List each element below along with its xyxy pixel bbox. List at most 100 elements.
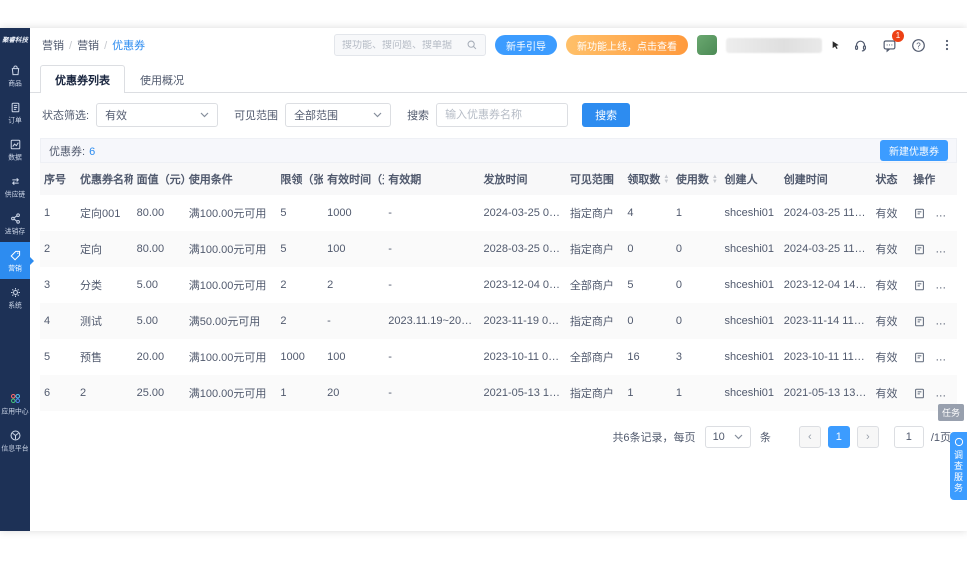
tag-icon: [9, 249, 22, 262]
survey-service-tab[interactable]: 调查服务: [950, 432, 967, 500]
messages-icon[interactable]: 1: [879, 30, 904, 55]
sidebar-item-goods[interactable]: 商品: [0, 57, 30, 94]
detail-icon[interactable]: [913, 387, 926, 400]
page-1-button[interactable]: 1: [827, 426, 850, 448]
sidebar-item-label: 系统: [8, 301, 22, 310]
detail-icon[interactable]: [913, 243, 926, 256]
column-header-actions: 操作: [909, 163, 957, 195]
sidebar-item-marketing[interactable]: 营销: [0, 242, 34, 279]
status-filter-select[interactable]: 有效: [96, 103, 219, 127]
scope-filter-select[interactable]: 全部范围: [285, 103, 392, 127]
cell-visible_scope: 指定商户: [569, 244, 614, 256]
breadcrumb-item[interactable]: 优惠券: [112, 40, 145, 52]
cell-claimed: 0: [627, 243, 634, 255]
cell-issue_time: 2024-03-25 00:00:00: [483, 207, 566, 219]
column-header-name: 优惠券名称: [75, 163, 133, 195]
create-coupon-button[interactable]: 新建优惠券: [880, 140, 948, 161]
global-search-input[interactable]: [342, 39, 460, 51]
page-jump-input[interactable]: [893, 426, 924, 448]
sidebar-item-label: 应用中心: [1, 407, 29, 416]
avatar[interactable]: [697, 35, 717, 55]
coupon-name-input[interactable]: [436, 103, 569, 127]
cell-valid_days: -: [327, 315, 331, 327]
cell-creator: shceshi01: [724, 351, 775, 363]
column-header-limit: 限领（张）: [276, 163, 324, 195]
cell-valid_days: 100: [327, 351, 346, 363]
cell-limit: 5: [280, 207, 287, 219]
scope-filter-label: 可见范围: [234, 110, 279, 122]
breadcrumb: 营销 / 营销 / 优惠券: [42, 37, 145, 53]
tab-usage-overview[interactable]: 使用概况: [125, 65, 199, 93]
table-row: 2 定向 80.00 满100.00元可用 5 100 - 2028-03-25 00:00:…: [40, 231, 957, 267]
cell-valid_range: -: [388, 243, 392, 255]
more-icon[interactable]: [937, 35, 957, 55]
support-icon[interactable]: [850, 35, 870, 55]
cell-visible_scope: 指定商户: [569, 208, 614, 220]
global-search[interactable]: [334, 34, 486, 56]
guide-button[interactable]: 新手引导: [495, 35, 557, 55]
cell-valid_days: 2: [327, 279, 334, 291]
sidebar: 聚睿科技 商品 订单 数据 供应链 进销存 营销 系统 应用中心 信息平台: [0, 28, 34, 531]
cell-creator: shceshi01: [724, 207, 775, 219]
detail-icon[interactable]: [913, 279, 926, 292]
column-header-visible_scope: 可见范围: [565, 163, 624, 195]
sidebar-item-platform[interactable]: 信息平台: [0, 422, 30, 459]
column-label: 创建人: [724, 174, 758, 186]
cell-issue_time: 2021-05-13 13:30:00: [483, 387, 566, 399]
cell-index: 1: [44, 207, 51, 219]
detail-icon[interactable]: [913, 207, 926, 220]
sidebar-item-supply[interactable]: 供应链: [0, 168, 30, 205]
column-header-issue_time: 发放时间: [479, 163, 566, 195]
cell-condition: 满100.00元可用: [188, 208, 267, 220]
column-header-claimed[interactable]: 领取数 ▲ ▼: [623, 163, 672, 195]
prev-page-button[interactable]: ‹: [798, 426, 821, 448]
tab-coupon-list[interactable]: 优惠券列表: [40, 65, 125, 93]
search-filter-label: 搜索: [407, 110, 430, 122]
column-header-used[interactable]: 使用数 ▲ ▼: [671, 163, 721, 195]
cell-actions: [909, 339, 957, 375]
column-label: 有效时间（天）: [327, 174, 384, 186]
sidebar-item-data[interactable]: 数据: [0, 131, 30, 168]
sort-carets-icon[interactable]: ▲ ▼: [712, 174, 718, 185]
detail-icon[interactable]: [913, 351, 926, 364]
sidebar-item-app-center[interactable]: 应用中心: [0, 385, 30, 422]
next-page-button[interactable]: ›: [856, 426, 879, 448]
chevron-down-icon: [734, 434, 743, 440]
app-window: 聚睿科技 商品 订单 数据 供应链 进销存 营销 系统 应用中心 信息平台 营销 / 营销 / 优惠券…: [0, 28, 967, 531]
promo-button[interactable]: 新功能上线，点击查看: [566, 35, 688, 55]
coupon-count-value: 6: [89, 145, 96, 158]
cell-creator: shceshi01: [724, 243, 775, 255]
per-page-select[interactable]: 10: [704, 426, 751, 448]
column-label: 有效期: [388, 174, 422, 186]
task-tab[interactable]: 任务: [937, 404, 964, 421]
cell-name: 定向001: [79, 208, 121, 220]
column-label: 优惠券名称: [79, 174, 133, 186]
sidebar-item-inventory[interactable]: 进销存: [0, 205, 30, 242]
column-header-valid_days: 有效时间（天）: [323, 163, 385, 195]
sort-carets-icon[interactable]: ▲ ▼: [663, 174, 669, 185]
table-row: 6 2 25.00 满100.00元可用 1 20 - 2021-05-13 13:30:00…: [40, 375, 957, 411]
cell-limit: 2: [280, 279, 287, 291]
breadcrumb-item[interactable]: 营销: [42, 40, 64, 52]
sidebar-item-system[interactable]: 系统: [0, 279, 30, 316]
column-header-creator: 创建人: [720, 163, 780, 195]
help-icon[interactable]: ?: [908, 35, 928, 55]
column-label: 可见范围: [569, 174, 614, 186]
cell-created_at: 2021-05-13 13:48:10: [783, 387, 872, 399]
cell-valid_range: 2023.11.19~2023.11.25: [388, 315, 479, 327]
cell-issue_time: 2023-10-11 00:00:00: [483, 351, 566, 363]
detail-icon[interactable]: [913, 315, 926, 328]
cell-creator: shceshi01: [724, 279, 775, 291]
column-label: 限领（张）: [280, 174, 324, 186]
cell-actions: [909, 231, 957, 267]
column-header-valid_range: 有效期: [384, 163, 480, 195]
search-button[interactable]: 搜索: [582, 103, 631, 127]
cell-actions: [909, 195, 957, 231]
cell-value: 20.00: [136, 351, 165, 363]
cell-condition: 满100.00元可用: [188, 388, 267, 400]
breadcrumb-item[interactable]: 营销: [77, 40, 99, 52]
cell-status: 有效: [875, 208, 898, 220]
cell-condition: 满100.00元可用: [188, 280, 267, 292]
column-label: 发放时间: [483, 174, 528, 186]
sidebar-item-orders[interactable]: 订单: [0, 94, 30, 131]
